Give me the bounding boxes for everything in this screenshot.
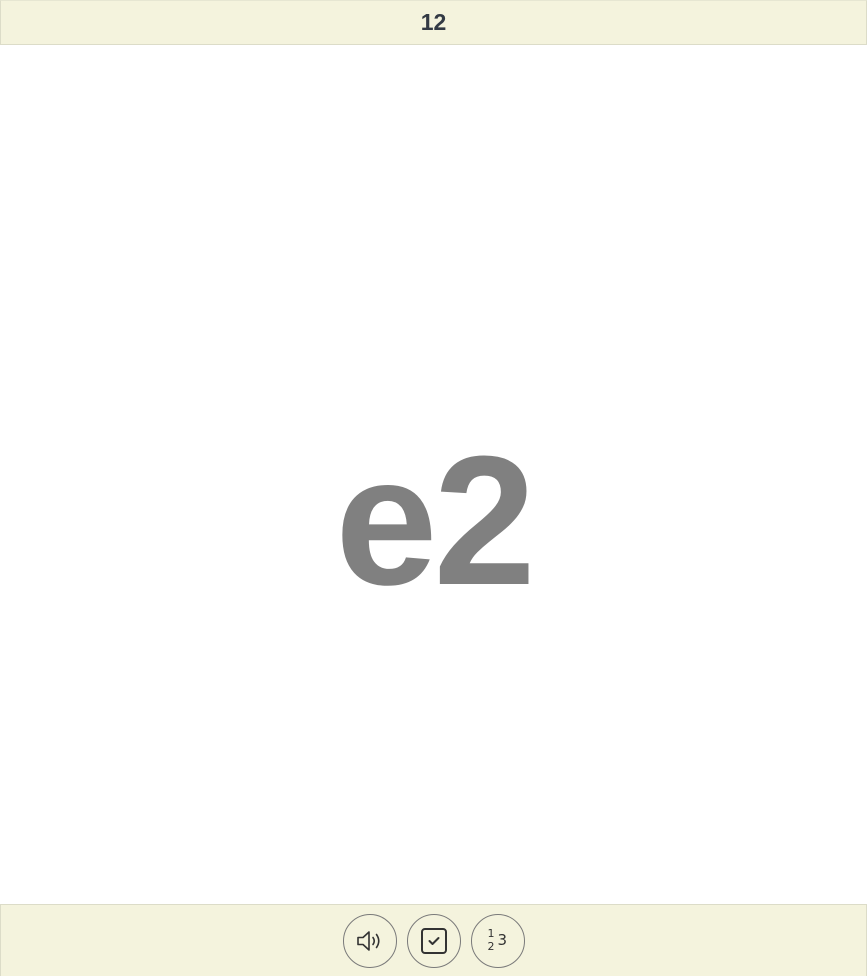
- numbers-icon-digit-2: 2: [487, 939, 495, 953]
- audio-button[interactable]: [342, 913, 397, 968]
- check-button[interactable]: [406, 913, 461, 968]
- numbers-icon-digit-1: 1: [487, 926, 495, 940]
- card-counter: 12: [420, 9, 447, 35]
- toolbar: 1 2 3: [0, 904, 867, 976]
- numbers-button[interactable]: 1 2 3: [470, 913, 525, 968]
- checkbox-icon: [420, 927, 448, 955]
- flashcard-app: 12 e2 1 2 3: [0, 0, 867, 976]
- numbers-icon: 1 2 3: [485, 928, 511, 954]
- header-bar: 12: [0, 0, 867, 45]
- speaker-icon: [355, 928, 385, 954]
- numbers-icon-digit-3: 3: [497, 930, 508, 949]
- flashcard[interactable]: e2: [0, 45, 867, 904]
- card-term: e2: [335, 416, 536, 623]
